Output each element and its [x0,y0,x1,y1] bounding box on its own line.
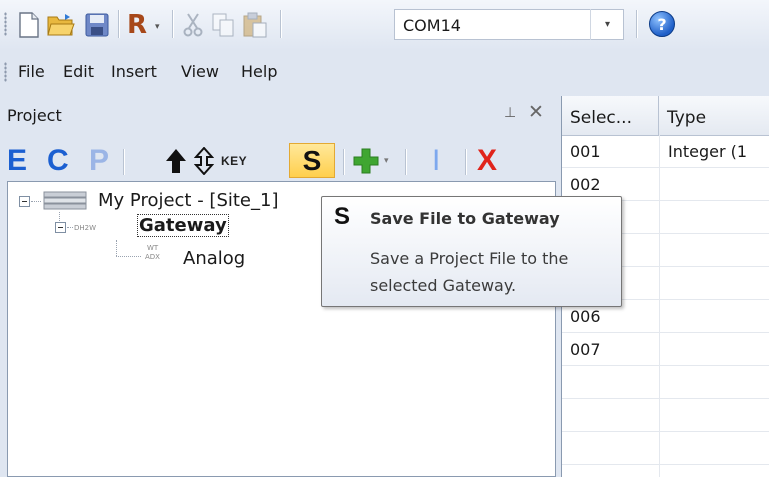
cut-icon[interactable] [178,10,208,40]
cell-type: Integer (1 [668,142,748,161]
p-tool-button[interactable]: P [89,144,109,178]
tree-root-label[interactable]: My Project - [Site_1] [98,190,278,211]
menu-bar: File Edit Insert View Help [0,52,769,92]
r-icon[interactable]: R [122,10,152,40]
menu-grip[interactable] [4,62,7,82]
analog-tag-top: WT [147,244,159,252]
tooltip: S Save File to Gateway Save a Project Fi… [321,196,622,307]
menu-help[interactable]: Help [241,62,277,81]
key-tool-button[interactable]: KEY [221,154,247,168]
port-select-value: COM14 [403,16,461,35]
toolbar-separator [405,149,407,175]
toolbar-separator [172,10,174,38]
toolbar-separator [465,149,467,175]
tree-connector [116,240,117,256]
tooltip-title: Save File to Gateway [370,209,560,228]
main-toolbar: R ▾ COM14 ▾ ? [0,0,769,50]
project-toolbar: E C P KEY S ▾ I X [7,143,556,179]
save-gateway-icon: S [334,203,351,230]
i-tool-button[interactable]: I [432,144,440,178]
menu-file[interactable]: File [18,62,45,81]
add-dropdown-arrow[interactable]: ▾ [384,156,389,166]
save-to-gateway-label: S [302,144,322,176]
tree-connector [67,227,73,228]
r-icon-label: R [126,10,148,40]
gateway-type-tag: DH2W [74,224,97,232]
tree-connector [116,256,141,257]
table-row[interactable]: 007 [562,333,769,366]
table-row[interactable]: 001 Integer (1 [562,135,769,168]
c-tool-button[interactable]: C [47,144,69,178]
analog-tag-bottom: ADX [145,253,160,261]
open-folder-icon[interactable] [46,10,76,40]
menu-edit[interactable]: Edit [63,62,94,81]
copy-icon[interactable] [208,10,238,40]
arrow-up-down-icon[interactable] [193,146,215,179]
toolbar-grip[interactable] [4,12,7,36]
port-select-dropdown-button[interactable]: ▾ [590,9,624,40]
help-icon-label: ? [657,14,667,34]
cell-select: 007 [570,340,601,359]
e-tool-button[interactable]: E [7,144,27,178]
cell-select: 006 [570,307,601,326]
delete-button[interactable]: X [477,144,497,178]
table-row[interactable] [562,432,769,465]
help-icon[interactable]: ? [649,11,675,37]
close-icon[interactable]: ✕ [528,101,544,123]
toolbar-separator [123,149,125,175]
tree-connector [31,201,41,202]
menu-view[interactable]: View [181,62,219,81]
paste-icon[interactable] [240,10,270,40]
toolbar-separator [118,10,120,38]
save-to-gateway-button[interactable]: S [289,143,335,178]
r-dropdown-arrow[interactable]: ▾ [155,22,160,32]
toolbar-separator [343,149,345,175]
column-header-type[interactable]: Type [659,96,769,135]
toolbar-separator [636,10,638,38]
chevron-down-icon: ▾ [604,19,611,30]
tree-analog-label[interactable]: Analog [183,248,245,269]
cell-select: 002 [570,175,601,194]
arrow-up-icon[interactable] [165,148,187,178]
toolbar-separator [280,10,282,38]
tree-gateway-label[interactable]: Gateway [137,214,229,237]
collapse-toggle-root[interactable] [19,196,30,207]
column-header-select[interactable]: Selec... [562,96,659,135]
new-file-icon[interactable] [14,10,44,40]
collapse-toggle-gateway[interactable] [55,222,66,233]
tooltip-body: Save a Project File to the selected Gate… [370,249,569,295]
database-icon [43,190,89,216]
menu-insert[interactable]: Insert [111,62,157,81]
table-row[interactable] [562,366,769,399]
grid-header: Selec... Type [562,96,769,136]
pin-icon[interactable]: ⊥ [504,105,516,121]
cell-select: 001 [570,142,601,161]
add-icon[interactable] [352,147,380,179]
table-row[interactable] [562,399,769,432]
panel-title: Project [7,106,62,125]
save-icon[interactable] [82,10,112,40]
